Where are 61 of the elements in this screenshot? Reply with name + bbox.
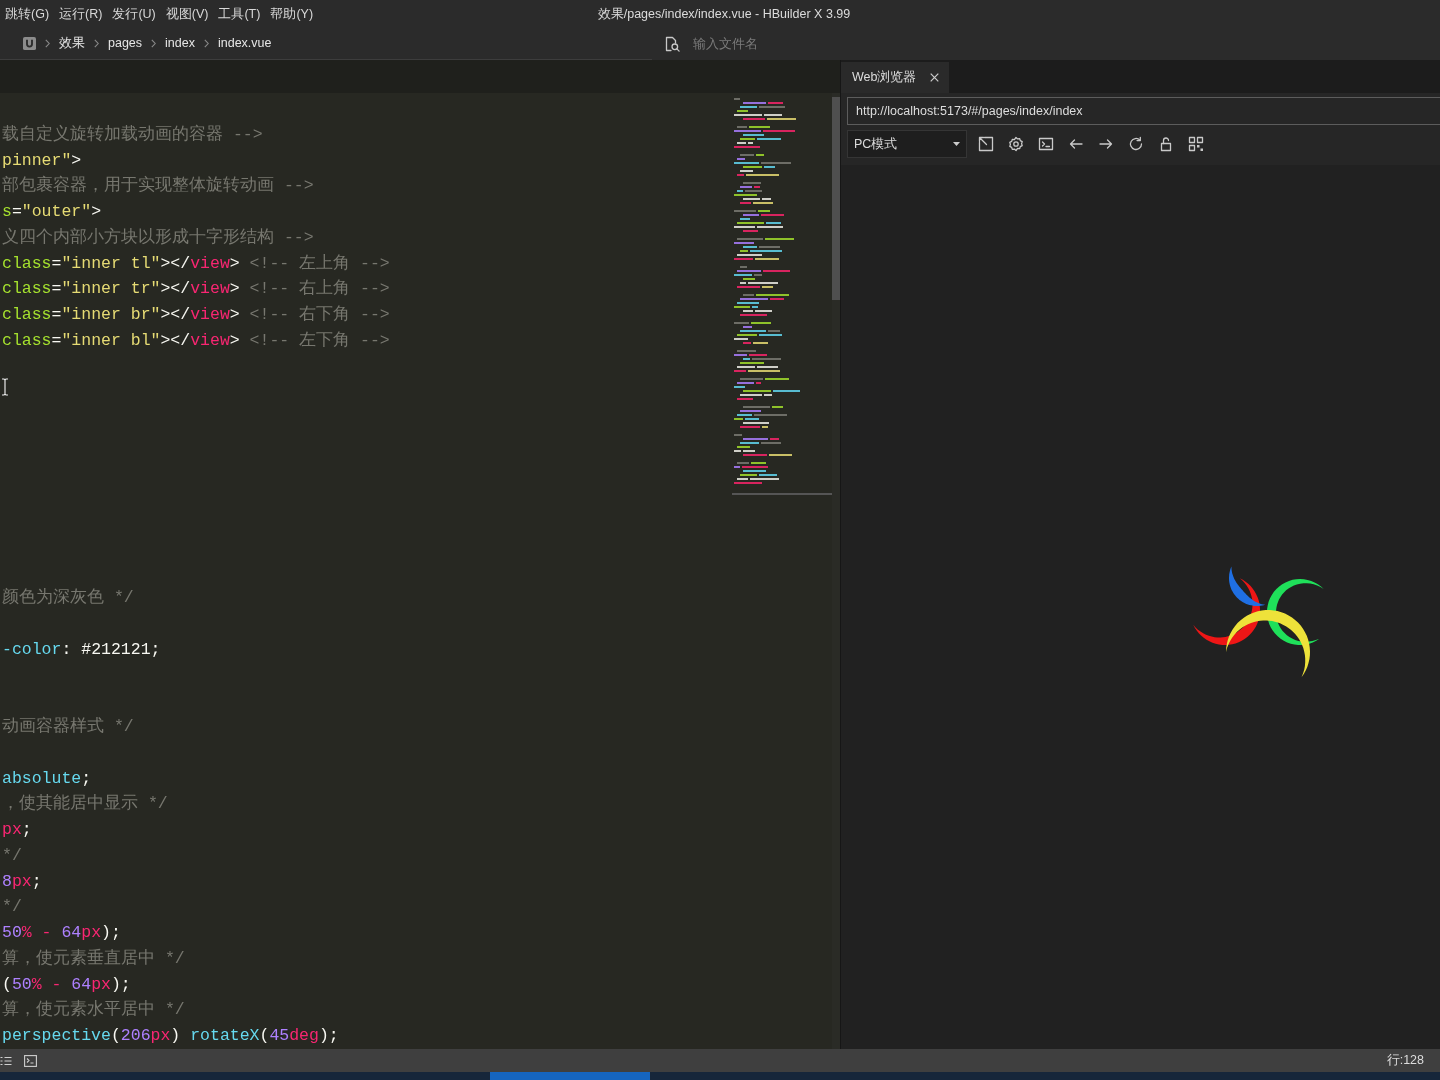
code-line: 算，使元素水平居中 */ bbox=[2, 999, 185, 1022]
breadcrumb-item[interactable]: pages bbox=[108, 34, 143, 53]
chevron-icon bbox=[151, 39, 157, 48]
code-line: 动画容器样式 */ bbox=[2, 715, 134, 738]
file-search-field[interactable]: 输入文件名 bbox=[693, 34, 893, 54]
code-line: 算，使元素垂直居中 */ bbox=[2, 947, 185, 970]
code-line: 8px; bbox=[2, 870, 42, 893]
terminal-icon[interactable] bbox=[24, 1054, 37, 1067]
project-icon[interactable] bbox=[23, 37, 36, 50]
breadcrumb-item[interactable]: index bbox=[165, 34, 195, 53]
code-line: class="inner tr"></view> <!-- 右上角 --> bbox=[2, 278, 390, 301]
close-icon[interactable] bbox=[930, 73, 940, 82]
code-line: class="inner tl"></view> <!-- 左上角 --> bbox=[2, 252, 390, 275]
list-icon[interactable] bbox=[0, 1054, 12, 1067]
code-line: */ bbox=[2, 844, 22, 867]
menu-item[interactable]: 跳转(G) bbox=[1, 3, 54, 25]
cursor-position: 行:128 bbox=[1386, 1052, 1424, 1070]
code-line: px; bbox=[2, 819, 32, 841]
browser-tab[interactable]: Web浏览器 bbox=[841, 62, 950, 93]
code-line: */ bbox=[2, 896, 22, 919]
menu-item[interactable]: 帮助(Y) bbox=[266, 3, 318, 25]
code-line: 载自定义旋转加载动画的容器 --> bbox=[2, 123, 263, 146]
chevron-icon bbox=[94, 39, 99, 48]
chevron-icon bbox=[45, 39, 50, 48]
code-line: absolute; bbox=[2, 767, 92, 790]
code-line: 义四个内部小方块以形成十字形结构 --> bbox=[2, 226, 314, 249]
breadcrumb-item[interactable]: index.vue bbox=[217, 34, 272, 53]
terminal-icon[interactable] bbox=[1038, 136, 1054, 152]
back-arrow-icon[interactable] bbox=[1068, 136, 1084, 152]
url-field[interactable]: http://localhost:5173/#/pages/index/index bbox=[847, 97, 1440, 125]
text-cursor-icon bbox=[1, 378, 9, 396]
menu-item[interactable]: 发行(U) bbox=[108, 3, 160, 25]
forward-arrow-icon[interactable] bbox=[1098, 136, 1114, 152]
code-line: class="inner bl"></view> <!-- 左下角 --> bbox=[2, 329, 390, 352]
minimap-drawing[interactable] bbox=[732, 97, 832, 495]
menu-item[interactable]: 运行(R) bbox=[55, 3, 107, 25]
window-title: 效果/pages/index/index.vue - HBuilder X 3.99 bbox=[596, 5, 851, 23]
qr-code-icon[interactable] bbox=[1188, 136, 1204, 152]
code-line: 颜色为深灰色 */ bbox=[2, 587, 134, 610]
refresh-icon[interactable] bbox=[1128, 136, 1144, 152]
chevron-icon bbox=[203, 39, 209, 48]
code-line: (50% - 64px); bbox=[2, 973, 131, 996]
code-line: 部包裹容器，用于实现整体旋转动画 --> bbox=[2, 174, 314, 198]
breadcrumb-item[interactable]: 效果 bbox=[59, 34, 85, 53]
code-line: class="inner br"></view> <!-- 右下角 --> bbox=[2, 304, 390, 326]
menu-item[interactable]: 工具(T) bbox=[214, 3, 265, 25]
external-window-icon[interactable] bbox=[978, 136, 994, 152]
mode-select[interactable]: PC模式 bbox=[847, 130, 967, 158]
code-line: perspective(206px) rotateX(45deg); bbox=[2, 1025, 339, 1047]
code-line: s="outer"> bbox=[2, 201, 102, 223]
file-search-icon bbox=[664, 36, 680, 52]
scrollbar-thumb[interactable] bbox=[832, 97, 840, 300]
code-line: pinner"> bbox=[2, 149, 82, 172]
caret-icon bbox=[953, 142, 960, 146]
code-line: ，使其能居中显示 */ bbox=[2, 793, 168, 816]
scrollbar-thumb[interactable] bbox=[490, 1072, 650, 1080]
menu-item[interactable]: 视图(V) bbox=[161, 3, 213, 25]
settings-icon[interactable] bbox=[1008, 136, 1024, 152]
padlock-icon[interactable] bbox=[1158, 136, 1174, 152]
code-line: -color: #212121; bbox=[2, 638, 161, 661]
code-line: 50% - 64px); bbox=[2, 922, 121, 944]
